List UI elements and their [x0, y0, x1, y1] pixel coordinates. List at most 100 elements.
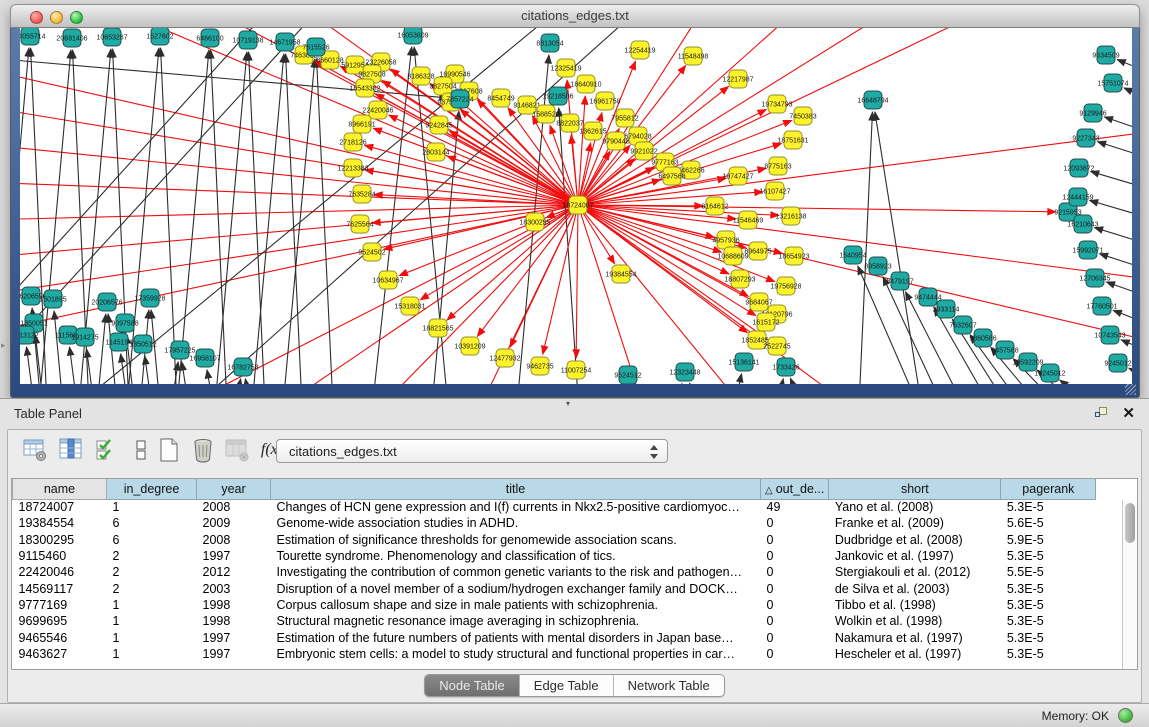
graph-edge[interactable] [145, 356, 155, 384]
table-cell[interactable]: 0 [761, 613, 829, 629]
column-header-short[interactable]: short [829, 479, 1001, 499]
table-cell[interactable]: 1 [107, 646, 197, 662]
graph-edge[interactable] [883, 277, 953, 384]
close-panel-icon[interactable]: ✕ [1122, 404, 1135, 422]
table-cell[interactable]: 1 [107, 613, 197, 629]
table-cell[interactable]: Yano et al. (2008) [829, 499, 1001, 515]
graph-edge[interactable] [20, 28, 320, 368]
table-selector-dropdown[interactable]: citations_edges.txt [276, 439, 668, 463]
table-row[interactable]: 911546021997Tourette syndrome. Phenomeno… [13, 548, 1096, 564]
graph-edge[interactable] [875, 112, 925, 384]
node-table[interactable]: namein_degreeyeartitle△out_de...shortpag… [12, 479, 1096, 662]
graph-edge[interactable] [576, 205, 578, 358]
column-header-pagerank[interactable]: pagerank [1001, 479, 1096, 499]
table-cell[interactable]: Estimation of significance thresholds fo… [271, 532, 761, 548]
tab-edge-table[interactable]: Edge Table [520, 675, 614, 696]
graph-edge[interactable] [1097, 142, 1132, 168]
column-header-out_de[interactable]: △out_de... [761, 479, 829, 499]
table-cell[interactable]: Changes of HCN gene expression and I(f) … [271, 499, 761, 515]
graph-edge[interactable] [730, 374, 742, 384]
graph-edge[interactable] [470, 205, 578, 384]
graph-edge[interactable] [690, 383, 708, 384]
graph-edge[interactable] [207, 370, 217, 384]
table-cell[interactable]: 5.6E-5 [1001, 515, 1096, 531]
table-cell[interactable]: 0 [761, 532, 829, 548]
graph-edge[interactable] [250, 54, 284, 384]
table-cell[interactable]: 2009 [197, 515, 271, 531]
graph-edge[interactable] [27, 347, 37, 384]
row-height-icon[interactable] [128, 437, 156, 465]
table-cell[interactable]: 1998 [197, 597, 271, 613]
memory-status-indicator[interactable] [1118, 708, 1133, 723]
table-cell[interactable]: 2 [107, 564, 197, 580]
table-cell[interactable]: 0 [761, 646, 829, 662]
graph-edge[interactable] [70, 347, 80, 384]
graph-edge[interactable] [20, 205, 578, 296]
graph-edge[interactable] [161, 48, 178, 384]
window-resize-grip[interactable] [1125, 384, 1136, 395]
table-cell[interactable]: 5.3E-5 [1001, 646, 1096, 662]
graph-edge[interactable] [54, 311, 65, 384]
table-cell[interactable]: 6 [107, 515, 197, 531]
table-cell[interactable]: 1 [107, 629, 197, 645]
table-cell[interactable]: Dudbridge et al. (2008) [829, 532, 1001, 548]
table-cell[interactable]: 2008 [197, 532, 271, 548]
table-cell[interactable]: 2012 [197, 564, 271, 580]
table-cell[interactable]: 18724007 [13, 499, 107, 515]
graph-edge[interactable] [1060, 380, 1125, 384]
table-cell[interactable]: 1997 [197, 629, 271, 645]
table-cell[interactable]: 9463627 [13, 646, 107, 662]
tab-node-table[interactable]: Node Table [425, 675, 520, 696]
graph-edge[interactable] [211, 50, 228, 384]
table-cell[interactable]: Estimation of the future numbers of pati… [271, 629, 761, 645]
table-cell[interactable]: 14569117 [13, 580, 107, 596]
table-cell[interactable]: 5.3E-5 [1001, 499, 1096, 515]
table-cell[interactable]: Embryonic stem cells: a model to study s… [271, 646, 761, 662]
table-cell[interactable]: Tourette syndrome. Phenomenology and cla… [271, 548, 761, 564]
table-cell[interactable]: 0 [761, 597, 829, 613]
table-cell[interactable]: 5.3E-5 [1001, 580, 1096, 596]
new-table-icon[interactable] [156, 437, 184, 465]
zoom-window-button[interactable] [70, 11, 83, 24]
graph-edge[interactable] [1091, 171, 1132, 198]
table-cell[interactable]: Hescheler et al. (1997) [829, 646, 1001, 662]
column-header-in_degree[interactable]: in_degree [107, 479, 197, 499]
table-cell[interactable]: 6 [107, 532, 197, 548]
table-cell[interactable]: 5.3E-5 [1001, 597, 1096, 613]
table-cell[interactable]: 2 [107, 580, 197, 596]
table-cell[interactable]: Structural magnetic resonance image aver… [271, 613, 761, 629]
table-cell[interactable]: 1 [107, 499, 197, 515]
float-panel-icon[interactable] [1095, 407, 1109, 420]
table-row[interactable]: 977716911998Corpus callosum shape and si… [13, 597, 1096, 613]
table-row[interactable]: 969969511998Structural magnetic resonanc… [13, 613, 1096, 629]
graph-edge[interactable] [790, 378, 810, 384]
table-cell[interactable]: 0 [761, 548, 829, 564]
graph-edge[interactable] [1124, 88, 1132, 113]
graph-edge[interactable] [175, 50, 209, 384]
table-cell[interactable]: 49 [761, 499, 829, 515]
table-cell[interactable]: 5.3E-5 [1001, 548, 1096, 564]
table-cell[interactable]: 9777169 [13, 597, 107, 613]
table-cell[interactable]: 2008 [197, 499, 271, 515]
table-cell[interactable]: Investigating the contribution of common… [271, 564, 761, 580]
table-cell[interactable]: 9465546 [13, 629, 107, 645]
table-cell[interactable]: Disruption of a novel member of a sodium… [271, 580, 761, 596]
splitter-grip-icon[interactable]: ▾ [566, 399, 570, 408]
table-cell[interactable]: Nakamura et al. (1997) [829, 629, 1001, 645]
table-cell[interactable]: Corpus callosum shape and size in male p… [271, 597, 761, 613]
graph-edge[interactable] [182, 362, 192, 384]
table-cell[interactable]: Stergiakouli et al. (2012) [829, 564, 1001, 580]
table-row[interactable]: 1830029562008Estimation of significance … [13, 532, 1096, 548]
table-vertical-scrollbar[interactable] [1122, 500, 1137, 669]
table-cell[interactable]: 22420046 [13, 564, 107, 580]
select-column-icon[interactable] [58, 437, 86, 465]
graph-edge[interactable] [95, 314, 106, 384]
tab-network-table[interactable]: Network Table [614, 675, 724, 696]
table-cell[interactable]: 1 [107, 597, 197, 613]
graph-edge[interactable] [1129, 368, 1132, 384]
table-cell[interactable]: 1997 [197, 548, 271, 564]
table-cell[interactable]: 1997 [197, 646, 271, 662]
table-cell[interactable]: 1998 [197, 613, 271, 629]
table-row[interactable]: 1456911722003Disruption of a novel membe… [13, 580, 1096, 596]
table-cell[interactable]: 19384554 [13, 515, 107, 531]
